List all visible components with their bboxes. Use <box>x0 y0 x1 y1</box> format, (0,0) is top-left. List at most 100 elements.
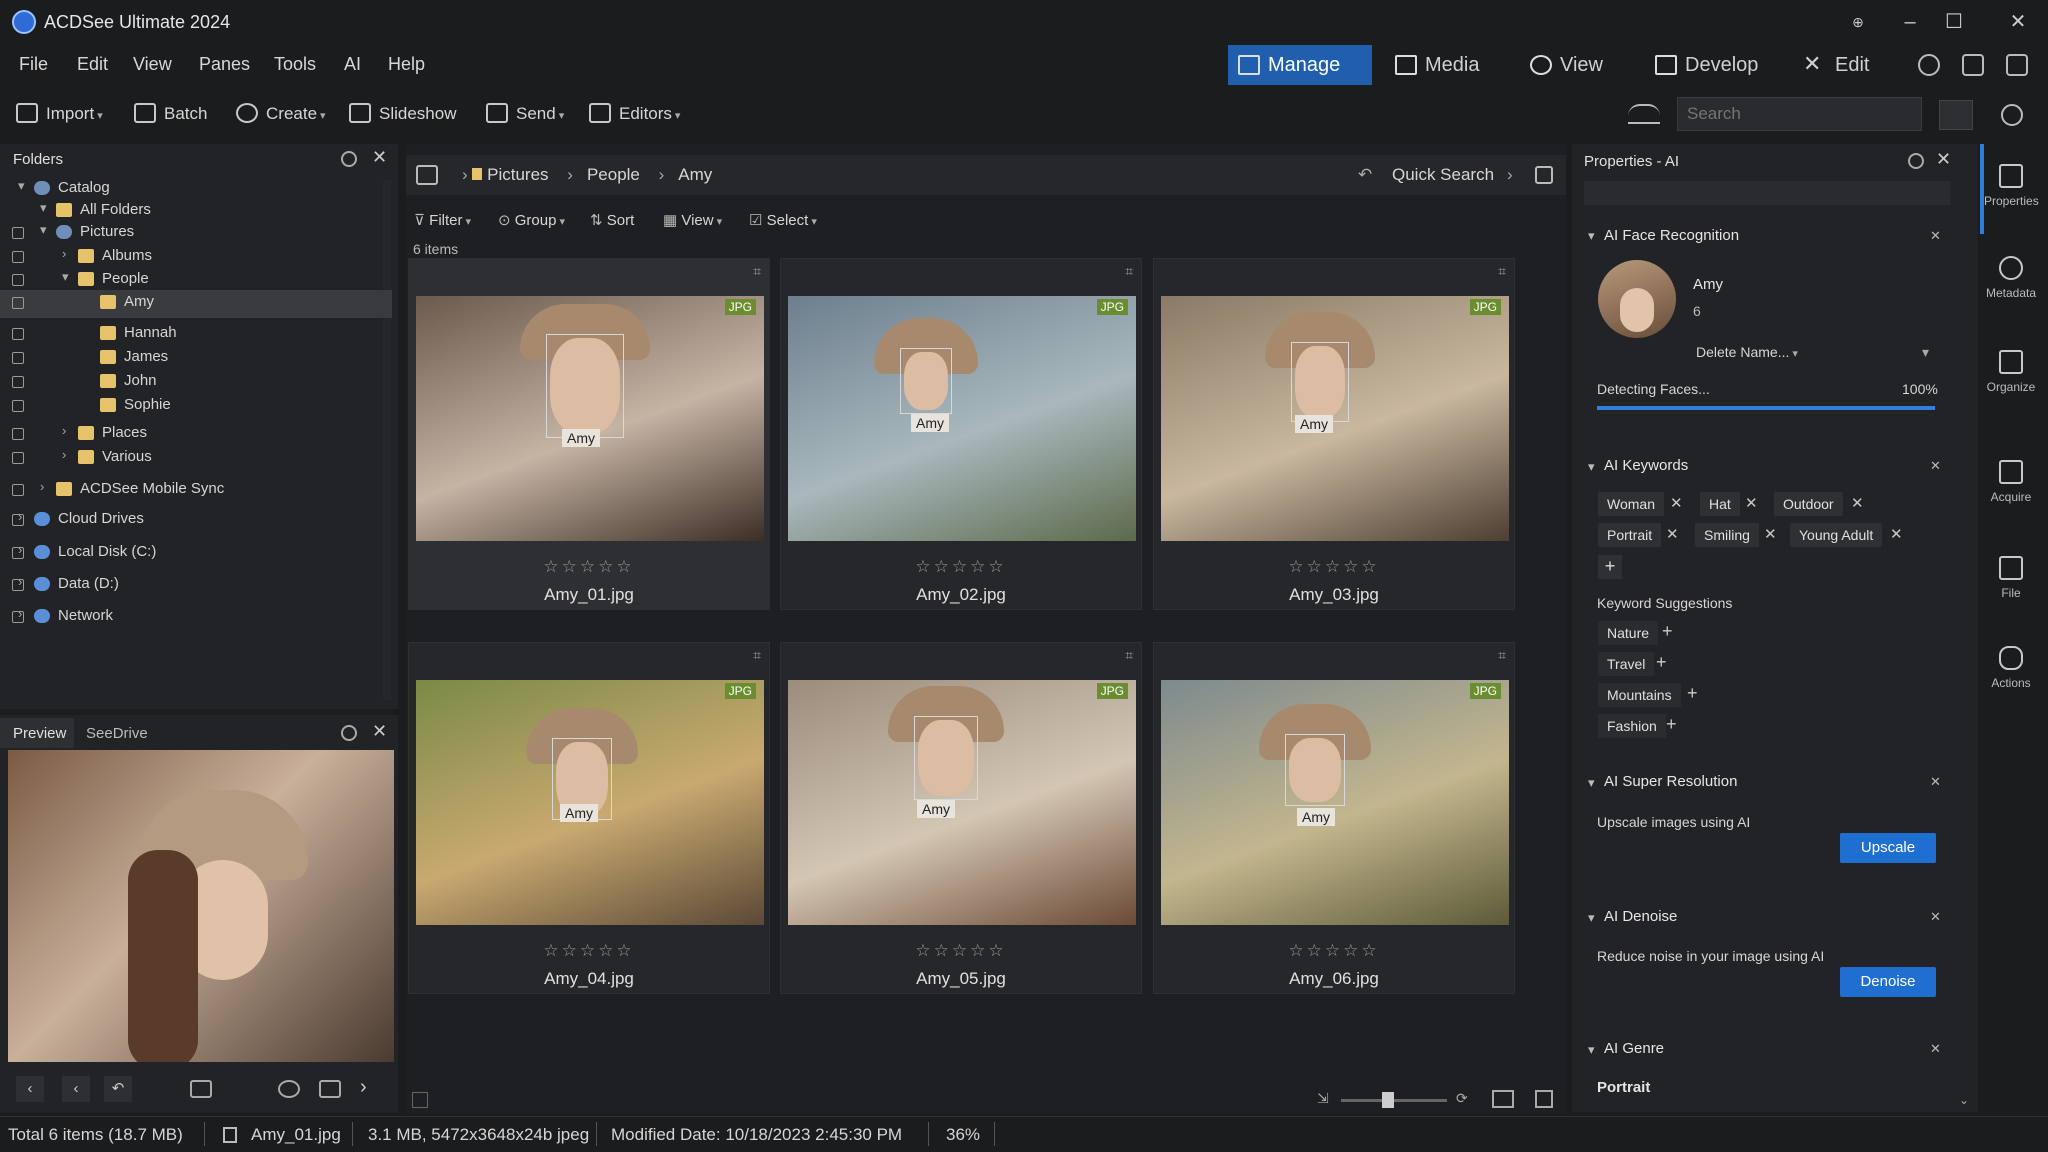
fit-icon[interactable] <box>1492 1090 1514 1108</box>
expand-arrow-icon[interactable]: › <box>40 479 44 494</box>
folder-item-sophie[interactable]: Sophie <box>0 393 392 421</box>
keyword-chip-smiling[interactable]: Smiling <box>1695 523 1759 547</box>
minimize-button[interactable]: – <box>1890 8 1930 36</box>
screenshot-icon[interactable] <box>2006 54 2028 76</box>
add-suggestion-fashion[interactable]: + <box>1666 714 1677 735</box>
remove-keyword-outdoor[interactable]: ✕ <box>1851 494 1864 512</box>
tab-preview[interactable]: Preview <box>13 725 66 742</box>
editors-button[interactable]: Editors <box>589 102 680 125</box>
expand-arrow-icon[interactable]: › <box>18 574 22 589</box>
expand-arrow-icon[interactable]: › <box>62 246 66 261</box>
remove-keyword-hat[interactable]: ✕ <box>1745 494 1758 512</box>
capture-icon[interactable] <box>1962 54 1984 76</box>
refresh-icon[interactable] <box>341 151 357 167</box>
face-detection-box[interactable] <box>546 334 624 438</box>
folder-item-network[interactable]: › Network <box>0 604 392 632</box>
checkbox-icon[interactable] <box>12 352 24 364</box>
keyword-chip-young-adult[interactable]: Young Adult <box>1790 523 1883 547</box>
collapse-genre-icon[interactable]: ▾ <box>1588 1042 1595 1058</box>
first-image-button[interactable]: ‹ <box>16 1076 44 1102</box>
tab-metadata[interactable]: Metadata <box>1984 256 2038 300</box>
thumbnail-item[interactable]: ⌗ Amy JPG ☆☆☆☆☆ Amy_01.jpg <box>408 258 770 610</box>
folder-item-cloud-drives[interactable]: › Cloud Drives <box>0 507 392 535</box>
preview-refresh-icon[interactable] <box>341 725 357 741</box>
face-name-tag[interactable]: Amy <box>1297 808 1335 826</box>
thumbnail-item[interactable]: ⌗ Amy JPG ☆☆☆☆☆ Amy_05.jpg <box>780 642 1142 994</box>
close-denoise-icon[interactable]: ✕ <box>1930 909 1941 925</box>
tab-properties[interactable]: Properties <box>1984 164 2039 208</box>
checkbox-icon[interactable] <box>12 274 24 286</box>
upscale-button[interactable]: Upscale <box>1840 833 1936 863</box>
expand-arrow-icon[interactable]: ▾ <box>62 269 69 285</box>
suggestion-mountains[interactable]: Mountains <box>1598 683 1681 707</box>
tab-actions[interactable]: Actions <box>1984 646 2038 690</box>
close-genre-icon[interactable]: ✕ <box>1930 1041 1941 1057</box>
folder-item-data-d[interactable]: › Data (D:) <box>0 572 392 600</box>
properties-scroll-down-icon[interactable]: ⌄ <box>1959 1093 1969 1107</box>
mode-media[interactable]: Media <box>1385 45 1505 85</box>
close-properties-icon[interactable]: ✕ <box>1936 149 1951 170</box>
prev-image-button[interactable]: ‹ <box>62 1076 90 1102</box>
view-button[interactable]: ▦ View <box>663 211 722 229</box>
folder-item-local-disk-c[interactable]: › Local Disk (C:) <box>0 540 392 568</box>
mode-view[interactable]: View <box>1520 45 1620 85</box>
rotate-left-button[interactable]: ↶ <box>104 1076 132 1102</box>
quick-search[interactable]: Quick Search <box>1392 165 1494 185</box>
expand-arrow-icon[interactable]: › <box>18 509 22 524</box>
face-name-tag[interactable]: Amy <box>917 800 955 818</box>
expand-arrow-icon[interactable]: ▾ <box>40 200 47 216</box>
help-icon[interactable] <box>2001 104 2023 126</box>
menu-edit[interactable]: Edit <box>77 54 108 75</box>
close-keywords-icon[interactable]: ✕ <box>1930 458 1941 474</box>
expand-arrow-icon[interactable]: › <box>18 542 22 557</box>
breadcrumb-pictures[interactable]: Pictures <box>487 165 548 184</box>
collapse-keywords-icon[interactable]: ▾ <box>1588 459 1595 475</box>
breadcrumb-people[interactable]: People <box>587 165 640 184</box>
thumbnail-item[interactable]: ⌗ Amy JPG ☆☆☆☆☆ Amy_06.jpg <box>1153 642 1515 994</box>
search-input[interactable] <box>1677 97 1922 131</box>
close-preview-icon[interactable]: ✕ <box>372 721 387 742</box>
menu-help[interactable]: Help <box>388 54 425 75</box>
quick-search-toggle-icon[interactable] <box>1535 166 1553 184</box>
sort-button[interactable]: ⇅ Sort <box>590 211 634 229</box>
remove-keyword-portrait[interactable]: ✕ <box>1666 525 1679 543</box>
quick-search-arrow-icon[interactable]: › <box>1507 165 1513 185</box>
face-detection-box[interactable] <box>1291 342 1349 422</box>
tab-seedrive[interactable]: SeeDrive <box>86 725 148 742</box>
zoom-out-icon[interactable]: ⇲ <box>1317 1090 1329 1107</box>
mode-edit[interactable]: ✕ Edit <box>1795 45 1895 85</box>
add-keyword-button[interactable]: + <box>1598 555 1622 579</box>
face-detection-box[interactable] <box>900 348 952 414</box>
expand-arrow-icon[interactable]: › <box>18 606 22 621</box>
add-suggestion-nature[interactable]: + <box>1662 621 1673 642</box>
remove-keyword-young-adult[interactable]: ✕ <box>1890 525 1903 543</box>
keyword-chip-woman[interactable]: Woman <box>1598 492 1664 516</box>
face-name-dropdown[interactable]: Delete Name... ▾ <box>1696 344 1936 366</box>
zoom-reset-icon[interactable]: ⟳ <box>1456 1090 1468 1107</box>
menu-file[interactable]: File <box>19 54 48 75</box>
actual-size-icon[interactable] <box>1535 1090 1553 1108</box>
search-options-button[interactable] <box>1939 100 1973 130</box>
face-name-tag[interactable]: Amy <box>560 804 598 822</box>
slideshow-button[interactable]: Slideshow <box>349 102 457 125</box>
batch-button[interactable]: Batch <box>134 102 207 125</box>
menu-panes[interactable]: Panes <box>199 54 250 75</box>
face-name-tag[interactable]: Amy <box>1295 415 1333 433</box>
menu-view[interactable]: View <box>133 54 172 75</box>
audio-icon[interactable] <box>190 1080 212 1098</box>
tab-acquire[interactable]: Acquire <box>1984 460 2038 504</box>
add-suggestion-mountains[interactable]: + <box>1687 683 1698 704</box>
face-name-tag[interactable]: Amy <box>562 429 600 447</box>
face-name-tag[interactable]: Amy <box>911 414 949 432</box>
mode-manage[interactable]: Manage <box>1228 45 1372 85</box>
import-button[interactable]: Import <box>16 102 103 125</box>
folder-item-various[interactable]: › Various <box>0 445 392 473</box>
tab-file[interactable]: File <box>1984 556 2038 600</box>
face-detection-box[interactable] <box>1285 734 1345 806</box>
expand-arrow-icon[interactable]: › <box>62 447 66 462</box>
history-back-icon[interactable]: ↶ <box>1358 165 1372 185</box>
checkbox-icon[interactable] <box>12 297 24 309</box>
rating-stars[interactable]: ☆☆☆☆☆ <box>1154 941 1514 961</box>
filter-button[interactable]: ⊽ Filter <box>414 211 471 229</box>
rating-stars[interactable]: ☆☆☆☆☆ <box>409 941 769 961</box>
